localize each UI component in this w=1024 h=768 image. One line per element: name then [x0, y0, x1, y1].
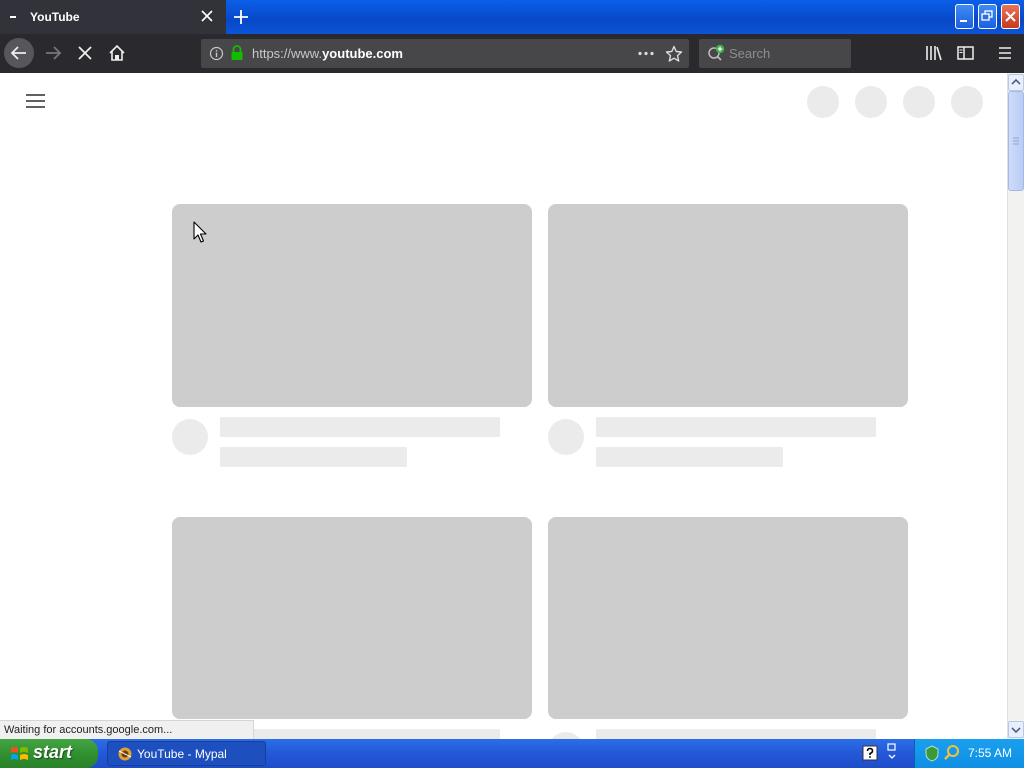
- video-title-placeholder: [596, 417, 876, 437]
- forward-button[interactable]: [38, 38, 68, 68]
- hamburger-menu-icon[interactable]: [996, 45, 1014, 61]
- channel-avatar-placeholder: [548, 732, 584, 739]
- page-actions-icon[interactable]: [637, 46, 655, 61]
- windows-logo-icon: [11, 747, 28, 760]
- video-meta-placeholder: [596, 447, 783, 467]
- video-thumbnail-placeholder: [172, 517, 532, 719]
- header-placeholder-circle: [855, 86, 887, 118]
- mypal-icon: [118, 747, 132, 761]
- mouse-cursor-icon: [193, 221, 207, 243]
- url-prefix: https://www.: [252, 46, 323, 61]
- lock-icon[interactable]: [230, 45, 244, 61]
- tab-youtube[interactable]: YouTube: [0, 0, 226, 34]
- channel-avatar-placeholder: [548, 419, 584, 455]
- taskbar-item-label: YouTube - Mypal: [137, 747, 227, 761]
- start-label: start: [33, 742, 73, 762]
- page-content: [0, 73, 1007, 739]
- taskbar: start YouTube - Mypal 7:55 AM: [0, 739, 1024, 768]
- video-meta-placeholder: [220, 447, 407, 467]
- search-input[interactable]: [727, 44, 845, 62]
- sidebar-icon[interactable]: [956, 45, 976, 61]
- stop-icon: [78, 46, 92, 60]
- scroll-up-button[interactable]: [1008, 74, 1024, 91]
- channel-avatar-placeholder: [172, 419, 208, 455]
- back-arrow-icon: [10, 46, 26, 60]
- scroll-thumb[interactable]: [1008, 91, 1024, 191]
- search-engine-icon[interactable]: [707, 44, 727, 62]
- restore-icon[interactable]: [978, 4, 997, 29]
- home-icon: [109, 44, 125, 61]
- url-domain: youtube.com: [322, 46, 403, 61]
- taskbar-item-youtube-mypal[interactable]: YouTube - Mypal: [107, 741, 266, 766]
- scroll-down-button[interactable]: [1008, 721, 1024, 738]
- clock: 7:55 AM: [968, 746, 1013, 760]
- video-title-placeholder: [220, 729, 500, 739]
- info-icon[interactable]: [209, 46, 224, 61]
- back-button[interactable]: [4, 38, 34, 68]
- minimize-icon[interactable]: [955, 4, 974, 29]
- home-button[interactable]: [102, 38, 132, 68]
- video-thumbnail-placeholder: [548, 517, 908, 719]
- video-title-placeholder: [596, 729, 876, 739]
- header-placeholder-circle: [903, 86, 935, 118]
- tab-favicon-icon: [10, 16, 16, 18]
- tray-shield-icon[interactable]: [924, 745, 940, 762]
- new-tab-icon[interactable]: [230, 7, 252, 27]
- stop-button[interactable]: [70, 38, 100, 68]
- vertical-scrollbar[interactable]: [1007, 73, 1024, 739]
- header-placeholder-circle: [951, 86, 983, 118]
- bookmark-star-icon[interactable]: [665, 45, 683, 63]
- tab-close-icon[interactable]: [199, 8, 215, 24]
- forward-arrow-icon: [46, 46, 62, 60]
- tray-search-icon[interactable]: [943, 744, 961, 762]
- header-placeholder-circle: [807, 86, 839, 118]
- url-bar[interactable]: https://www.youtube.com: [201, 39, 689, 68]
- video-thumbnail-placeholder: [172, 204, 532, 407]
- help-icon[interactable]: [862, 745, 878, 761]
- system-tray: 7:55 AM: [914, 739, 1024, 768]
- video-title-placeholder: [220, 417, 500, 437]
- start-button[interactable]: start: [0, 739, 98, 768]
- library-icon[interactable]: [924, 44, 944, 62]
- navigation-toolbar: https://www.youtube.com: [0, 34, 1024, 73]
- network-icon[interactable]: [884, 743, 900, 763]
- status-bar: Waiting for accounts.google.com...: [0, 720, 254, 739]
- search-bar[interactable]: [699, 39, 851, 68]
- close-window-icon[interactable]: [1001, 4, 1020, 29]
- youtube-guide-menu-icon[interactable]: [24, 90, 48, 112]
- title-bar: YouTube: [0, 0, 1024, 34]
- url-text[interactable]: https://www.youtube.com: [252, 46, 403, 61]
- video-thumbnail-placeholder: [548, 204, 908, 407]
- tab-title: YouTube: [30, 10, 80, 24]
